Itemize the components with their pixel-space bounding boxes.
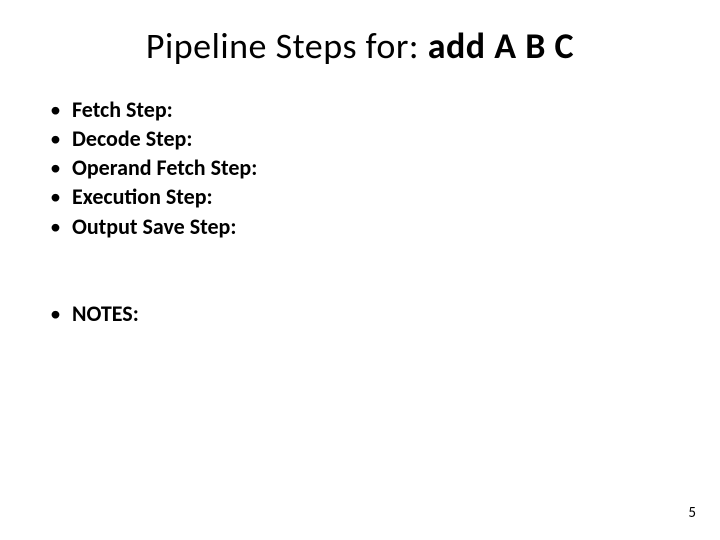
bullet-list-1: Fetch Step: Decode Step: Operand Fetch S…: [44, 96, 680, 241]
list-item: Fetch Step:: [44, 96, 680, 124]
slide: Pipeline Steps for: add A B C Fetch Step…: [0, 0, 720, 540]
title-prefix: Pipeline Steps for:: [146, 24, 428, 68]
list-item: Operand Fetch Step:: [44, 154, 680, 182]
list-item: Decode Step:: [44, 125, 680, 153]
list-item: NOTES:: [44, 300, 680, 328]
bullet-list-2: NOTES:: [44, 300, 680, 328]
page-number: 5: [688, 504, 696, 522]
title-bold: add A B C: [428, 24, 574, 68]
spacer: [40, 242, 680, 300]
list-item: Output Save Step:: [44, 213, 680, 241]
slide-title: Pipeline Steps for: add A B C: [40, 24, 680, 68]
list-item: Execution Step:: [44, 183, 680, 211]
